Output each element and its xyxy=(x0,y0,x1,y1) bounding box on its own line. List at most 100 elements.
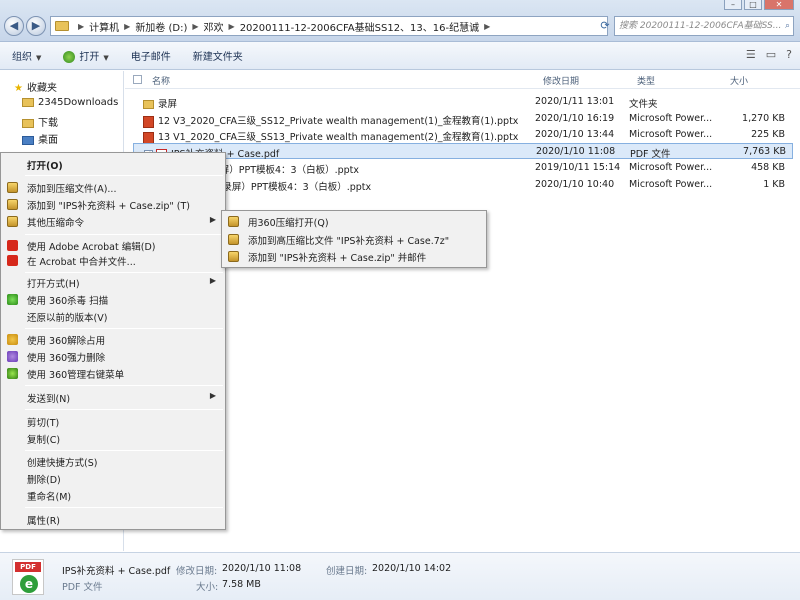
archive-icon xyxy=(228,234,239,245)
minimize-button[interactable]: – xyxy=(724,0,742,10)
breadcrumb-drive[interactable]: 新加卷 (D:) xyxy=(135,19,187,34)
chevron-right-icon[interactable]: ▶ xyxy=(192,22,198,31)
close-button[interactable]: ✕ xyxy=(764,0,794,10)
menu-item-rename[interactable]: 重命名(M) xyxy=(2,487,224,504)
file-type: Microsoft Power... xyxy=(629,113,713,124)
menu-item-other-compress[interactable]: 其他压缩命令 ▶ xyxy=(2,213,224,230)
menu-item-360-force-delete[interactable]: 使用 360强力删除 xyxy=(2,348,224,365)
view-options-icon[interactable]: ☰ xyxy=(746,48,756,61)
file-date: 2020/1/10 16:19 xyxy=(535,113,615,124)
menu-item-label: 属性(R) xyxy=(27,516,61,527)
file-type: Microsoft Power... xyxy=(629,162,713,173)
forward-button[interactable]: ▶ xyxy=(26,16,46,36)
file-name: 录屏 xyxy=(158,99,178,110)
acrobat-icon xyxy=(7,255,18,266)
file-row[interactable]: 12 V3_2020_CFA三级_SS12_Private wealth man… xyxy=(133,111,793,128)
nav-favorites[interactable]: ★ 收藏夹 xyxy=(14,79,57,94)
nav-favorites-label: 收藏夹 xyxy=(26,83,57,94)
details-size: 7.58 MB xyxy=(222,579,261,590)
menu-item-add-to-zip[interactable]: 添加到 "IPS补充资料 + Case.zip" (T) xyxy=(2,196,224,213)
menu-item-restore[interactable]: 还原以前的版本(V) xyxy=(2,308,224,325)
organize-button[interactable]: 组织 ▼ xyxy=(12,48,41,63)
menu-item-label: 其他压缩命令 xyxy=(27,218,85,229)
help-icon[interactable]: ? xyxy=(786,48,792,61)
menu-item-open-with[interactable]: 打开方式(H) ▶ xyxy=(2,274,224,291)
breadcrumb-user[interactable]: 邓欢 xyxy=(204,19,224,34)
refresh-button[interactable]: ⟳ xyxy=(596,17,614,35)
menu-item-add-to-archive[interactable]: 添加到压缩文件(A)... xyxy=(2,179,224,196)
search-input[interactable]: 搜索 20200111-12-2006CFA基础SS... ⌕ xyxy=(614,16,794,36)
menu-item-label: 使用 360管理右键菜单 xyxy=(27,370,125,381)
menu-item-create-shortcut[interactable]: 创建快捷方式(S) xyxy=(2,453,224,470)
command-toolbar: 组织 ▼ 打开 ▼ 电子邮件 新建文件夹 ☰ ▭ ? xyxy=(0,42,800,70)
file-date: 2020/1/10 13:44 xyxy=(535,129,615,140)
submenu-item-add-7z[interactable]: 添加到高压缩比文件 "IPS补充资料 + Case.7z" xyxy=(223,231,485,248)
back-button[interactable]: ◀ xyxy=(4,16,24,36)
file-list: 名称 修改日期 类型 大小 录屏 2020/1/11 13:01 文件夹 12 … xyxy=(125,71,800,551)
chevron-right-icon[interactable]: ▶ xyxy=(78,22,84,31)
submenu-item-add-zip-email[interactable]: 添加到 "IPS补充资料 + Case.zip" 并邮件 xyxy=(223,248,485,265)
menu-item-cut[interactable]: 剪切(T) xyxy=(2,413,224,430)
submenu-item-open-360zip[interactable]: 用360压缩打开(Q) xyxy=(223,213,485,230)
column-name[interactable]: 名称 xyxy=(152,74,170,87)
search-icon[interactable]: ⌕ xyxy=(785,17,790,35)
file-name: 12 V3_2020_CFA三级_SS12_Private wealth man… xyxy=(158,116,519,127)
menu-item-360-scan[interactable]: 使用 360杀毒 扫描 xyxy=(2,291,224,308)
menu-separator xyxy=(25,175,223,176)
menu-item-label: 剪切(T) xyxy=(27,418,60,429)
details-size-label: 大小: xyxy=(196,582,219,593)
select-all-checkbox[interactable] xyxy=(133,75,142,84)
file-date: 2020/1/10 11:08 xyxy=(536,146,616,157)
details-created-label: 创建日期: xyxy=(326,566,368,577)
file-size: 1 KB xyxy=(763,179,785,190)
email-button[interactable]: 电子邮件 xyxy=(131,48,171,63)
file-row[interactable]: 29_传统网课（录屏）PPT模板4：3（白板）.pptx 2020/1/10 1… xyxy=(133,177,793,194)
menu-item-acrobat-combine[interactable]: 在 Acrobat 中合并文件... xyxy=(2,252,224,269)
menu-item-label: 发送到(N) xyxy=(27,394,71,405)
menu-separator xyxy=(25,409,223,410)
shield-icon xyxy=(7,294,18,305)
breadcrumb-folder[interactable]: 20200111-12-2006CFA基础SS12、13、16-纪慧诚 xyxy=(240,19,479,34)
menu-item-label: 添加到 "IPS补充资料 + Case.zip" (T) xyxy=(27,201,190,212)
nav-item-desktop[interactable]: 桌面 xyxy=(22,131,58,146)
column-date[interactable]: 修改日期 xyxy=(543,74,579,87)
menu-item-open[interactable]: 打开(O) xyxy=(2,156,224,173)
menu-item-360-manage-menu[interactable]: 使用 360管理右键菜单 xyxy=(2,365,224,382)
chevron-right-icon[interactable]: ▶ xyxy=(484,22,490,31)
preview-pane-icon[interactable]: ▭ xyxy=(766,48,776,61)
powerpoint-icon xyxy=(143,115,154,128)
file-name: 13 V1_2020_CFA三级_SS13_Private wealth man… xyxy=(158,132,519,143)
file-row[interactable]: 录屏 2020/1/11 13:01 文件夹 xyxy=(133,94,793,110)
maximize-button[interactable]: □ xyxy=(744,0,762,10)
nav-item-label: 2345Downloads xyxy=(38,97,119,108)
menu-item-copy[interactable]: 复制(C) xyxy=(2,430,224,447)
view-controls: ☰ ▭ ? xyxy=(746,48,792,61)
column-size[interactable]: 大小 xyxy=(730,74,748,87)
file-row[interactable]: _传统网课（录屏）PPT模板4：3（白板）.pptx 2019/10/11 15… xyxy=(133,160,793,177)
file-row[interactable]: 13 V1_2020_CFA三级_SS13_Private wealth man… xyxy=(133,127,793,144)
menu-item-properties[interactable]: 属性(R) xyxy=(2,511,224,528)
nav-item-downloads[interactable]: 下载 xyxy=(22,114,58,129)
archive-icon xyxy=(228,216,239,227)
pdf-tag: PDF xyxy=(15,562,41,572)
file-size: 225 KB xyxy=(751,129,785,140)
search-placeholder: 搜索 20200111-12-2006CFA基础SS... xyxy=(619,21,782,31)
menu-separator xyxy=(25,507,223,508)
address-bar[interactable]: ▶ 计算机 ▶ 新加卷 (D:) ▶ 邓欢 ▶ 20200111-12-2006… xyxy=(50,16,608,36)
new-folder-button[interactable]: 新建文件夹 xyxy=(193,48,243,63)
menu-item-send-to[interactable]: 发送到(N) ▶ xyxy=(2,389,224,406)
menu-item-delete[interactable]: 删除(D) xyxy=(2,470,224,487)
file-row-selected[interactable]: ✓IPS补充资料 + Case.pdf 2020/1/10 11:08 PDF … xyxy=(133,143,793,161)
file-size: 458 KB xyxy=(751,162,785,173)
breadcrumb-computer[interactable]: 计算机 xyxy=(89,19,119,34)
open-label: 打开 xyxy=(79,52,100,63)
menu-item-label: 使用 360解除占用 xyxy=(27,336,106,347)
nav-item-downloads2345[interactable]: 2345Downloads xyxy=(22,97,118,108)
menu-item-label: 打开(O) xyxy=(27,161,63,172)
open-button[interactable]: 打开 ▼ xyxy=(63,48,109,63)
chevron-right-icon[interactable]: ▶ xyxy=(124,22,130,31)
column-type[interactable]: 类型 xyxy=(637,74,655,87)
menu-item-360-unlock[interactable]: 使用 360解除占用 xyxy=(2,331,224,348)
details-modified-label: 修改日期: xyxy=(176,566,218,577)
chevron-right-icon[interactable]: ▶ xyxy=(229,22,235,31)
